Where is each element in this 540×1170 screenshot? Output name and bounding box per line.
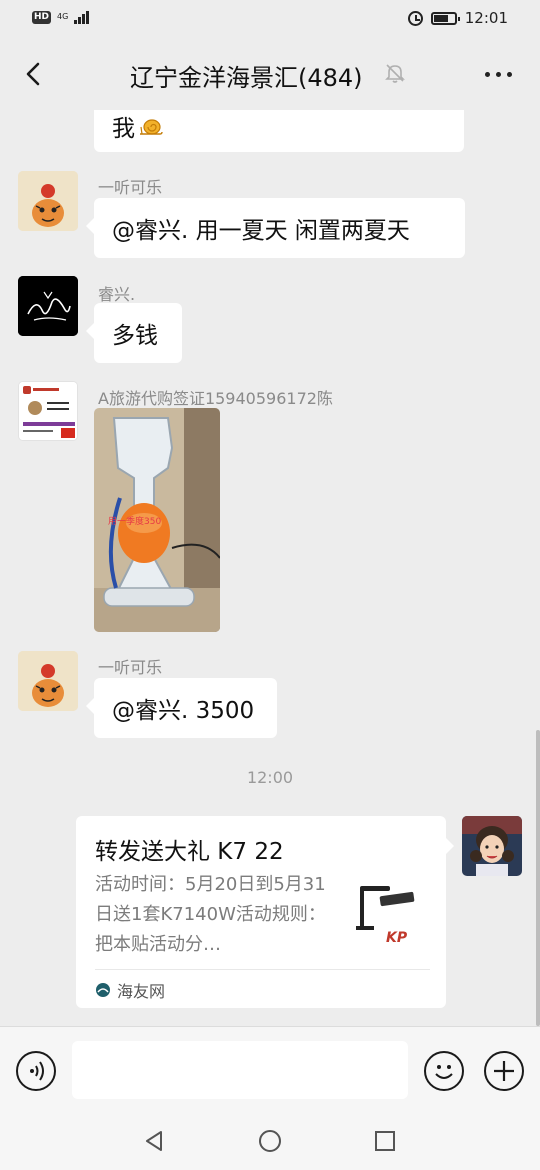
tiger-avatar-icon <box>18 171 78 231</box>
message-bubble[interactable]: 多钱 <box>86 303 182 363</box>
protein-skimmer-photo: 用一季度350 <box>94 408 220 632</box>
signature-avatar-icon <box>18 276 78 336</box>
mute-bell-icon <box>385 64 405 83</box>
card-source-label: 海友网 <box>117 982 166 1001</box>
nav-recents-icon[interactable] <box>373 1129 397 1153</box>
message-text: 多钱 <box>112 323 158 349</box>
plus-icon <box>494 1061 514 1081</box>
avatar[interactable] <box>18 276 78 336</box>
chat-area[interactable]: 我 一听可乐 @睿兴. 用一夏天 闲置两夏天 睿兴. 多钱 A旅游代购签证159… <box>0 110 540 1026</box>
back-arrow-icon[interactable] <box>20 60 48 88</box>
title-bar: 辽宁金洋海景汇(484) <box>0 38 540 110</box>
nav-back-icon[interactable] <box>143 1129 167 1153</box>
message-text: 我 <box>112 116 135 142</box>
photo-message[interactable]: 用一季度350 <box>94 408 220 632</box>
voice-input-button[interactable] <box>16 1051 56 1091</box>
status-bar: HD 4G 12:01 <box>0 0 540 38</box>
svg-text:KP: KP <box>386 930 408 946</box>
avatar[interactable] <box>18 651 78 711</box>
voice-icon <box>30 1061 44 1081</box>
sender-name: 睿兴. <box>98 285 136 304</box>
snail-emoji-icon <box>140 119 163 135</box>
photo-caption: 用一季度350 <box>108 515 161 527</box>
signal-icon <box>74 10 90 24</box>
avatar[interactable] <box>18 381 78 441</box>
input-bar <box>0 1026 540 1112</box>
status-left: HD 4G <box>32 10 90 24</box>
smiley-icon <box>435 1065 453 1079</box>
card-source: 海友网 <box>95 978 165 1002</box>
message-bubble[interactable]: 我 <box>94 110 464 152</box>
more-options-icon[interactable] <box>485 72 512 77</box>
status-time: 12:01 <box>464 9 508 27</box>
tiger-avatar-icon <box>18 651 78 711</box>
more-functions-button[interactable] <box>484 1051 524 1091</box>
network-type: 4G <box>57 12 69 21</box>
message-bubble[interactable]: @睿兴. 3500 <box>86 678 277 738</box>
sender-name: 一听可乐 <box>98 658 163 677</box>
my-avatar[interactable] <box>462 816 522 876</box>
message-bubble[interactable]: @睿兴. 用一夏天 闲置两夏天 <box>86 198 465 258</box>
status-right: 12:01 <box>407 9 508 27</box>
chat-title: 辽宁金洋海景汇(484) <box>130 64 363 92</box>
time-divider: 12:00 <box>246 768 294 787</box>
card-title: 转发送大礼 K7 22 <box>95 839 284 865</box>
message-text: @睿兴. 用一夏天 闲置两夏天 <box>112 218 410 244</box>
card-thumbnail: KP <box>352 876 424 948</box>
nav-home-icon[interactable] <box>258 1129 282 1153</box>
source-logo-icon <box>96 983 110 997</box>
hd-badge: HD <box>32 10 52 24</box>
emoji-button[interactable] <box>424 1051 464 1091</box>
card-description: 活动时间：5月20日到5月31日送1套K7140W活动规则：把本贴活动分… <box>95 874 326 955</box>
shared-link-card[interactable]: 转发送大礼 K7 22 活动时间：5月20日到5月31日送1套K7140W活动规… <box>76 816 454 1008</box>
girl-photo-avatar-icon <box>462 816 522 876</box>
sender-name: A旅游代购签证15940596172陈 <box>98 389 333 408</box>
card-divider <box>95 969 430 970</box>
sender-name: 一听可乐 <box>98 178 163 197</box>
system-nav-bar <box>0 1112 540 1170</box>
message-input[interactable] <box>72 1041 408 1099</box>
chat-scrollbar[interactable] <box>536 730 540 1026</box>
message-text: @睿兴. 3500 <box>112 698 255 724</box>
battery-icon <box>430 11 460 25</box>
avatar[interactable] <box>18 171 78 231</box>
alarm-icon <box>407 10 423 26</box>
travel-agency-avatar-icon <box>19 382 77 440</box>
